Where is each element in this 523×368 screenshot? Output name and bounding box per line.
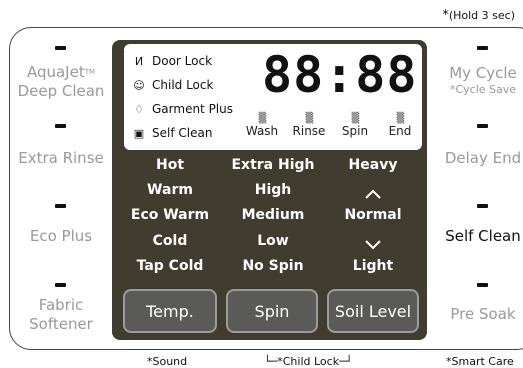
delay-end-button[interactable]: Delay End — [428, 149, 523, 168]
spin-option-no-spin: No Spin — [242, 258, 304, 274]
self-clean-indicator: ▣ Self Clean — [133, 126, 213, 140]
soil-level-button[interactable]: Soil Level — [327, 289, 419, 333]
pre-soak-button[interactable]: Pre Soak — [428, 305, 523, 324]
child-lock-hint: └─*Child Lock─┘ — [264, 355, 353, 368]
temp-option-warm: Warm — [147, 182, 193, 198]
soil-option-heavy: Heavy — [348, 157, 398, 173]
aquajet-deep-clean-button[interactable]: AquaJetTM Deep Clean — [6, 63, 116, 101]
stage-wash: ▒ Wash — [236, 113, 288, 139]
spin-option-high: High — [254, 182, 292, 198]
soil-option-normal: Normal — [344, 207, 402, 223]
spin-option-medium: Medium — [241, 207, 305, 223]
stage-end: ▒ End — [374, 113, 426, 139]
temp-option-eco-warm: Eco Warm — [130, 207, 210, 223]
sound-hint: *Sound — [147, 355, 188, 368]
water-flow-icon: ▒ — [258, 113, 267, 124]
temp-option-tap-cold: Tap Cold — [136, 258, 204, 274]
fabric-softener-button[interactable]: Fabric Softener — [6, 296, 116, 334]
temp-option-hot: Hot — [155, 157, 185, 173]
eco-plus-led — [55, 204, 66, 208]
garment-plus-indicator: ♢ Garment Plus — [132, 102, 233, 116]
stage-rinse: ▒ Rinse — [283, 113, 335, 139]
extra-rinse-led — [55, 124, 66, 128]
my-cycle-button[interactable]: My Cycle *Cycle Save — [428, 64, 523, 96]
key-icon: ⵍ — [134, 54, 144, 68]
child-face-icon: ☺ — [133, 78, 145, 92]
child-lock-indicator: ☺ Child Lock — [133, 78, 214, 92]
self-clean-led — [477, 204, 488, 208]
delay-end-led — [477, 124, 488, 128]
extra-rinse-button[interactable]: Extra Rinse — [6, 149, 116, 168]
chevron-down-icon — [363, 236, 383, 250]
self-clean-button[interactable]: Self Clean — [428, 227, 523, 246]
drum-clean-icon: ▣ — [133, 126, 145, 140]
aquajet-led — [55, 46, 66, 50]
pre-soak-led — [477, 283, 488, 287]
shirt-plus-icon: ♢ — [134, 102, 144, 116]
water-flow-icon: ▒ — [305, 113, 314, 124]
door-lock-indicator: ⵍ Door Lock — [132, 54, 212, 68]
spin-option-extra-high: Extra High — [231, 157, 315, 173]
smart-care-hint: *Smart Care — [446, 355, 514, 368]
spin-option-low: Low — [257, 233, 289, 249]
eco-plus-button[interactable]: Eco Plus — [6, 227, 116, 246]
temp-option-cold: Cold — [152, 233, 188, 249]
spin-button[interactable]: Spin — [226, 289, 318, 333]
water-flow-icon: ▒ — [396, 113, 405, 124]
chevron-up-icon — [363, 185, 383, 199]
temp-button[interactable]: Temp. — [123, 289, 217, 333]
hold-3-sec-hint: *(Hold 3 sec) — [442, 8, 515, 23]
my-cycle-led — [477, 46, 488, 50]
time-readout: 88:88 — [262, 46, 418, 104]
soil-option-light: Light — [352, 258, 394, 274]
fabric-softener-led — [55, 283, 66, 287]
